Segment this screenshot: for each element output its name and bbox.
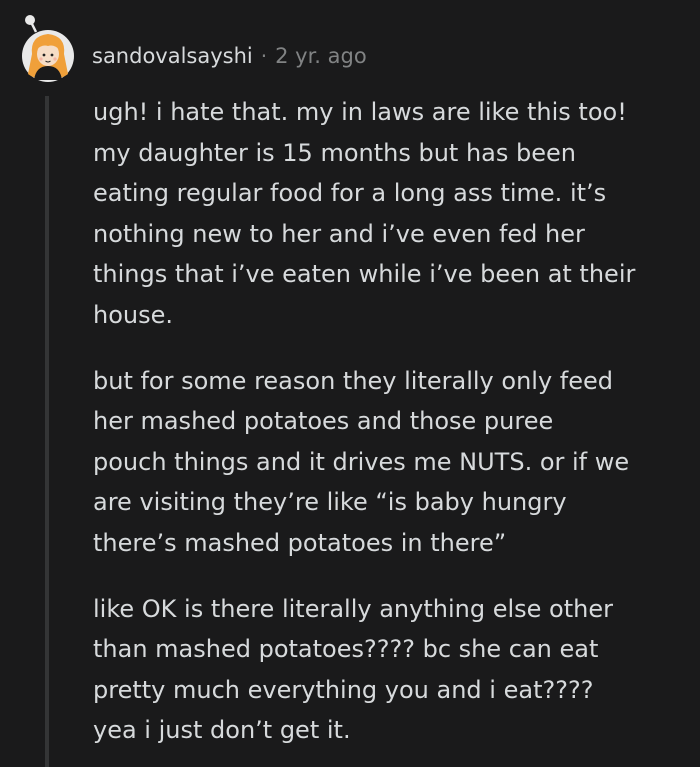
comment-paragraph: but for some reason they literally only … [93,366,630,557]
user-avatar-icon[interactable] [20,14,76,84]
username-link[interactable]: sandovalsayshi [92,44,253,68]
comment: sandovalsayshi · 2 yr. ago ugh! i hate t… [0,0,700,767]
comment-meta: sandovalsayshi · 2 yr. ago [92,40,367,72]
comment-body: ugh! i hate that. my in laws are like th… [93,92,688,767]
meta-separator: · [260,44,268,68]
comment-paragraph: like OK is there literally anything else… [93,594,613,745]
thread-collapse-line[interactable] [45,96,49,767]
comment-timestamp[interactable]: 2 yr. ago [275,44,367,68]
comment-paragraph: ugh! i hate that. my in laws are like th… [93,98,636,329]
